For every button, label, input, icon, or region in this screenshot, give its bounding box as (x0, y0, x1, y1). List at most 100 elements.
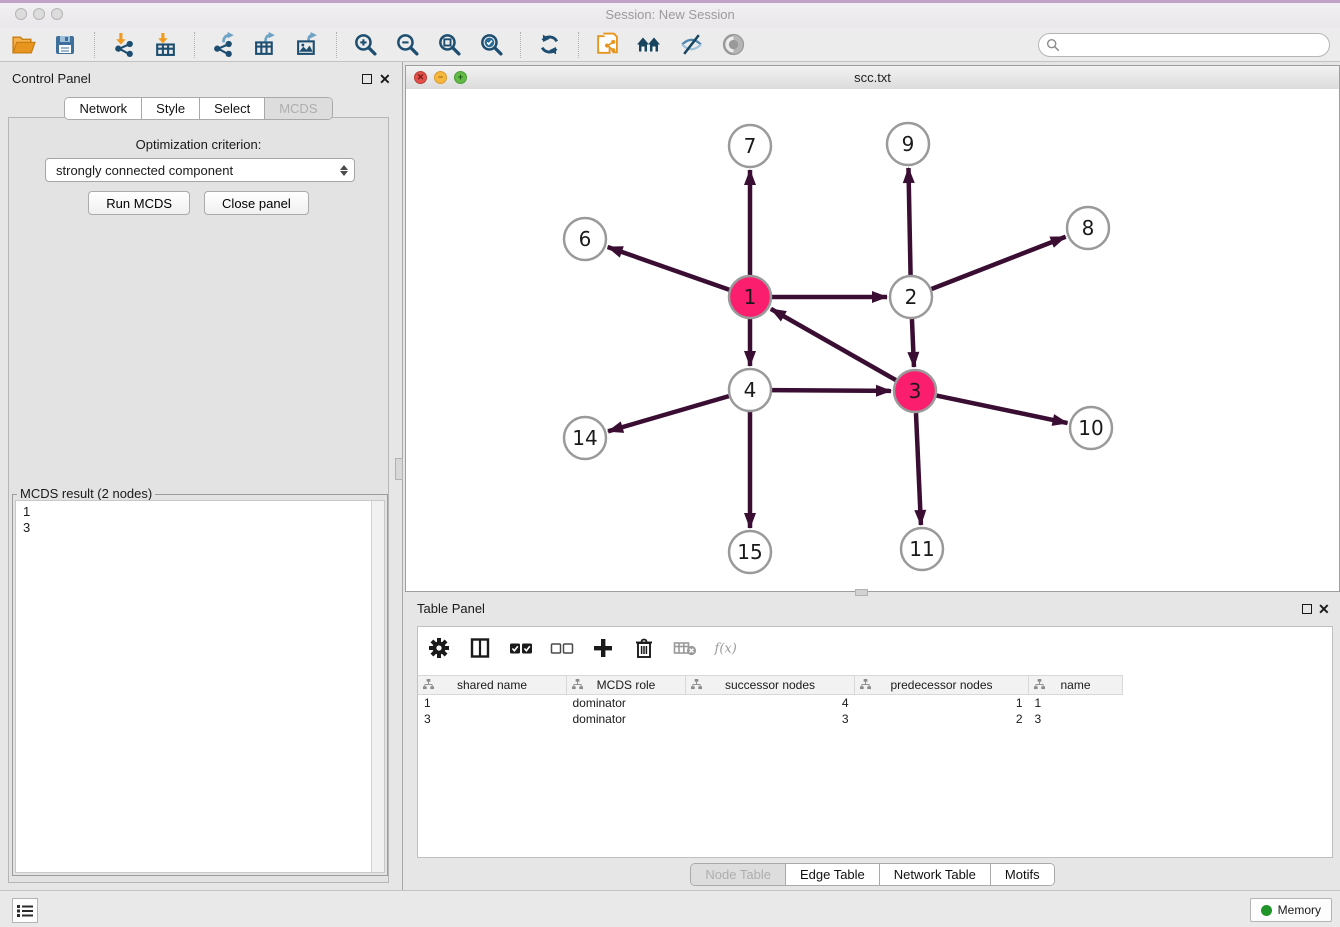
mcds-result-scrollbar[interactable] (371, 501, 384, 872)
table-cell[interactable]: dominator (567, 695, 686, 712)
table-toolbar: f(x) (418, 627, 1332, 669)
zoom-out-icon[interactable] (394, 32, 420, 58)
main-toolbar (0, 28, 1340, 62)
tab-style[interactable]: Style (142, 98, 200, 119)
graph-edge-4-14[interactable] (608, 396, 729, 431)
table-cell[interactable]: 1 (855, 695, 1029, 712)
hide-panels-icon[interactable] (678, 32, 704, 58)
graph-node-15[interactable]: 15 (729, 531, 771, 573)
tab-mcds[interactable]: MCDS (265, 98, 331, 119)
graph-node-3[interactable]: 3 (894, 370, 936, 412)
memory-status-icon (1261, 905, 1272, 916)
table-cell[interactable]: 3 (418, 711, 567, 727)
table-cell[interactable]: 2 (855, 711, 1029, 727)
zoom-fit-icon[interactable] (436, 32, 462, 58)
graph-edge-3-11[interactable] (916, 413, 921, 525)
delete-column-icon[interactable] (631, 635, 657, 661)
export-table-icon[interactable] (252, 32, 278, 58)
graph-node-10[interactable]: 10 (1070, 407, 1112, 449)
clone-network-icon[interactable] (594, 32, 620, 58)
graph-edge-2-3[interactable] (912, 319, 914, 367)
table-panel-title: Table Panel (417, 601, 485, 616)
toolbar-separator (336, 32, 338, 58)
table-cell[interactable]: 1 (1029, 695, 1123, 712)
graph-edge-2-8[interactable] (931, 237, 1065, 289)
graph-node-11[interactable]: 11 (901, 528, 943, 570)
table-cell[interactable]: 3 (686, 711, 855, 727)
graph-edge-3-1[interactable] (771, 309, 896, 380)
search-field[interactable] (1038, 33, 1330, 57)
tab-edge-table[interactable]: Edge Table (786, 864, 880, 885)
show-panels-icon[interactable] (720, 32, 746, 58)
status-bar: Memory (0, 890, 1340, 927)
zoom-selected-icon[interactable] (478, 32, 504, 58)
tab-network-table[interactable]: Network Table (880, 864, 991, 885)
table-cell[interactable]: 1 (418, 695, 567, 712)
deselect-all-checkboxes-icon[interactable] (549, 635, 575, 661)
apply-layout-icon[interactable] (536, 32, 562, 58)
task-history-button[interactable] (12, 898, 38, 923)
graph-node-4[interactable]: 4 (729, 369, 771, 411)
network-window-titlebar[interactable]: ✕ − + scc.txt (406, 66, 1339, 90)
graph-node-9[interactable]: 9 (887, 123, 929, 165)
graph-node-7[interactable]: 7 (729, 125, 771, 167)
import-network-icon[interactable] (110, 32, 136, 58)
column-header-predecessor-nodes[interactable]: predecessor nodes (855, 676, 1029, 695)
control-panel-tabs: NetworkStyleSelectMCDS (0, 97, 397, 120)
save-session-icon[interactable] (52, 32, 78, 58)
graph-node-14[interactable]: 14 (564, 417, 606, 459)
close-panel-button[interactable]: Close panel (204, 191, 309, 215)
split-divider-handle-horizontal[interactable] (855, 589, 868, 596)
optimization-criterion-label: Optimization criterion: (0, 137, 397, 152)
svg-text:15: 15 (737, 540, 762, 564)
column-header-shared-name[interactable]: shared name (418, 676, 567, 695)
function-builder-icon[interactable]: f(x) (713, 635, 739, 661)
control-panel-float-icon[interactable] (362, 74, 372, 84)
graph-edge-1-6[interactable] (608, 247, 730, 290)
open-session-icon[interactable] (10, 32, 36, 58)
network-canvas[interactable]: 7 9 6 8 1 2 4 3 14 10 15 11 (406, 89, 1339, 591)
export-network-icon[interactable] (210, 32, 236, 58)
table-panel-float-icon[interactable] (1302, 604, 1312, 614)
tab-node-table[interactable]: Node Table (691, 864, 786, 885)
graph-node-1[interactable]: 1 (729, 276, 771, 318)
svg-text:9: 9 (902, 132, 915, 156)
graph-edge-4-3[interactable] (772, 390, 891, 391)
table-row[interactable]: 3dominator323 (418, 711, 1123, 727)
control-panel-close-icon[interactable]: ✕ (379, 74, 391, 84)
column-header-successor-nodes[interactable]: successor nodes (686, 676, 855, 695)
tab-select[interactable]: Select (200, 98, 265, 119)
memory-button[interactable]: Memory (1250, 898, 1332, 922)
run-mcds-button[interactable]: Run MCDS (88, 191, 190, 215)
column-header-name[interactable]: name (1029, 676, 1123, 695)
export-image-icon[interactable] (294, 32, 320, 58)
tab-network[interactable]: Network (65, 98, 142, 119)
select-all-checkboxes-icon[interactable] (508, 635, 534, 661)
graph-node-2[interactable]: 2 (890, 276, 932, 318)
tab-motifs[interactable]: Motifs (991, 864, 1054, 885)
import-table-icon[interactable] (152, 32, 178, 58)
search-input[interactable] (1064, 37, 1329, 53)
zoom-in-icon[interactable] (352, 32, 378, 58)
table-row[interactable]: 1dominator411 (418, 695, 1123, 712)
graph-node-6[interactable]: 6 (564, 218, 606, 260)
table-cell[interactable]: 4 (686, 695, 855, 712)
graph-node-8[interactable]: 8 (1067, 207, 1109, 249)
table-settings-icon[interactable] (426, 635, 452, 661)
table-cell[interactable]: 3 (1029, 711, 1123, 727)
table-cell[interactable]: dominator (567, 711, 686, 727)
graph-edge-3-10[interactable] (937, 396, 1068, 424)
show-column-icon[interactable] (467, 635, 493, 661)
split-divider-handle[interactable] (395, 458, 403, 480)
graph-edge-2-9[interactable] (908, 168, 910, 275)
svg-text:3: 3 (909, 379, 922, 403)
add-column-icon[interactable] (590, 635, 616, 661)
mcds-result-text[interactable]: 1 3 (16, 501, 371, 872)
svg-text:7: 7 (744, 134, 757, 158)
column-header-mcds-role[interactable]: MCDS role (567, 676, 686, 695)
home-icon[interactable] (636, 32, 662, 58)
node-table: shared nameMCDS rolesuccessor nodesprede… (418, 675, 1332, 857)
delete-table-icon[interactable] (672, 635, 698, 661)
table-panel-close-icon[interactable]: ✕ (1318, 604, 1330, 614)
optimization-criterion-select[interactable]: strongly connected component (45, 158, 355, 182)
